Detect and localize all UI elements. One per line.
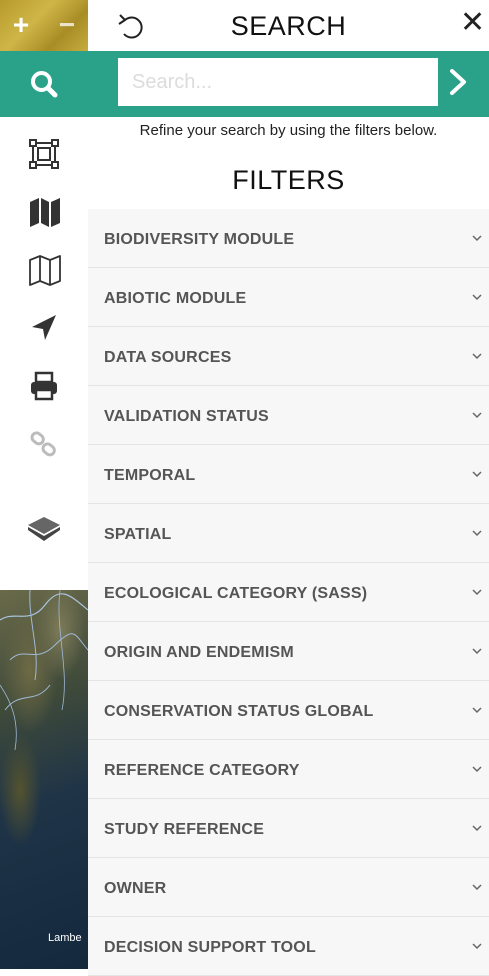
filter-abiotic-module[interactable]: ABIOTIC MODULE [88,268,489,327]
filter-label: SPATIAL [104,526,172,543]
search-tool-button[interactable] [0,51,88,117]
layers-icon [28,517,60,541]
filter-label: ABIOTIC MODULE [104,290,247,307]
chevron-down-icon [472,235,482,242]
close-icon[interactable]: ✕ [460,8,485,38]
chevron-down-icon [472,412,482,419]
filter-label: ORIGIN AND ENDEMISM [104,644,294,661]
map-filled-icon [30,198,60,227]
search-input[interactable] [118,58,438,106]
search-bar [88,51,489,117]
zoom-in-button[interactable]: + [4,10,38,40]
share-link-button[interactable] [0,416,88,474]
chevron-down-icon [472,353,482,360]
filter-origin-endemism[interactable]: ORIGIN AND ENDEMISM [88,622,489,681]
search-icon [31,71,58,98]
chevron-down-icon [472,766,482,773]
chevron-down-icon [472,648,482,655]
filter-data-sources[interactable]: DATA SOURCES [88,327,489,386]
crop-icon [29,139,59,169]
filter-spatial[interactable]: SPATIAL [88,504,489,563]
filter-label: BIODIVERSITY MODULE [104,231,295,248]
filter-list: BIODIVERSITY MODULE ABIOTIC MODULE DATA … [88,209,489,976]
search-submit-button[interactable] [438,58,478,106]
zoom-controls: + − [0,0,88,51]
select-area-button[interactable] [0,126,88,184]
print-icon [31,371,57,401]
filter-owner[interactable]: OWNER [88,858,489,917]
filter-label: OWNER [104,880,167,897]
map-rivers [0,590,88,751]
link-icon [30,431,56,457]
filter-biodiversity-module[interactable]: BIODIVERSITY MODULE [88,209,489,268]
chevron-down-icon [472,707,482,714]
filter-label: VALIDATION STATUS [104,408,269,425]
panel-header: SEARCH ✕ [88,0,489,51]
print-button[interactable] [0,358,88,416]
filter-label: CONSERVATION STATUS GLOBAL [104,703,374,720]
filter-validation-status[interactable]: VALIDATION STATUS [88,386,489,445]
chevron-down-icon [472,943,482,950]
search-panel: SEARCH ✕ Refine your search by using the… [88,0,489,976]
map-toolbar: + − Lambe [0,0,88,969]
map-background[interactable] [0,590,88,969]
filter-label: REFERENCE CATEGORY [104,762,300,779]
chevron-right-icon [450,69,466,95]
chevron-down-icon [472,530,482,537]
basemap-button[interactable] [0,184,88,242]
layer-switcher-button[interactable] [0,474,88,590]
layers-map-button[interactable] [0,242,88,300]
filter-decision-support-tool[interactable]: DECISION SUPPORT TOOL [88,917,489,976]
panel-title: SEARCH [230,11,347,41]
locate-button[interactable] [0,300,88,358]
filter-ecological-category[interactable]: ECOLOGICAL CATEGORY (SASS) [88,563,489,622]
filter-label: ECOLOGICAL CATEGORY (SASS) [104,585,368,602]
filter-study-reference[interactable]: STUDY REFERENCE [88,799,489,858]
filter-conservation-status-global[interactable]: CONSERVATION STATUS GLOBAL [88,681,489,740]
chevron-down-icon [472,471,482,478]
filter-label: DATA SOURCES [104,349,232,366]
chevron-down-icon [472,589,482,596]
filter-label: STUDY REFERENCE [104,821,265,838]
filter-temporal[interactable]: TEMPORAL [88,445,489,504]
map-attribution: Lambe [48,932,82,944]
location-arrow-icon [32,315,56,340]
search-hint: Refine your search by using the filters … [139,122,438,139]
map-outline-icon [29,255,61,286]
zoom-out-button[interactable]: − [50,10,84,40]
chevron-down-icon [472,825,482,832]
filters-heading: FILTERS [232,165,345,195]
chevron-down-icon [472,884,482,891]
chevron-down-icon [472,294,482,301]
filter-reference-category[interactable]: REFERENCE CATEGORY [88,740,489,799]
filter-label: TEMPORAL [104,467,196,484]
filter-label: DECISION SUPPORT TOOL [104,939,316,956]
